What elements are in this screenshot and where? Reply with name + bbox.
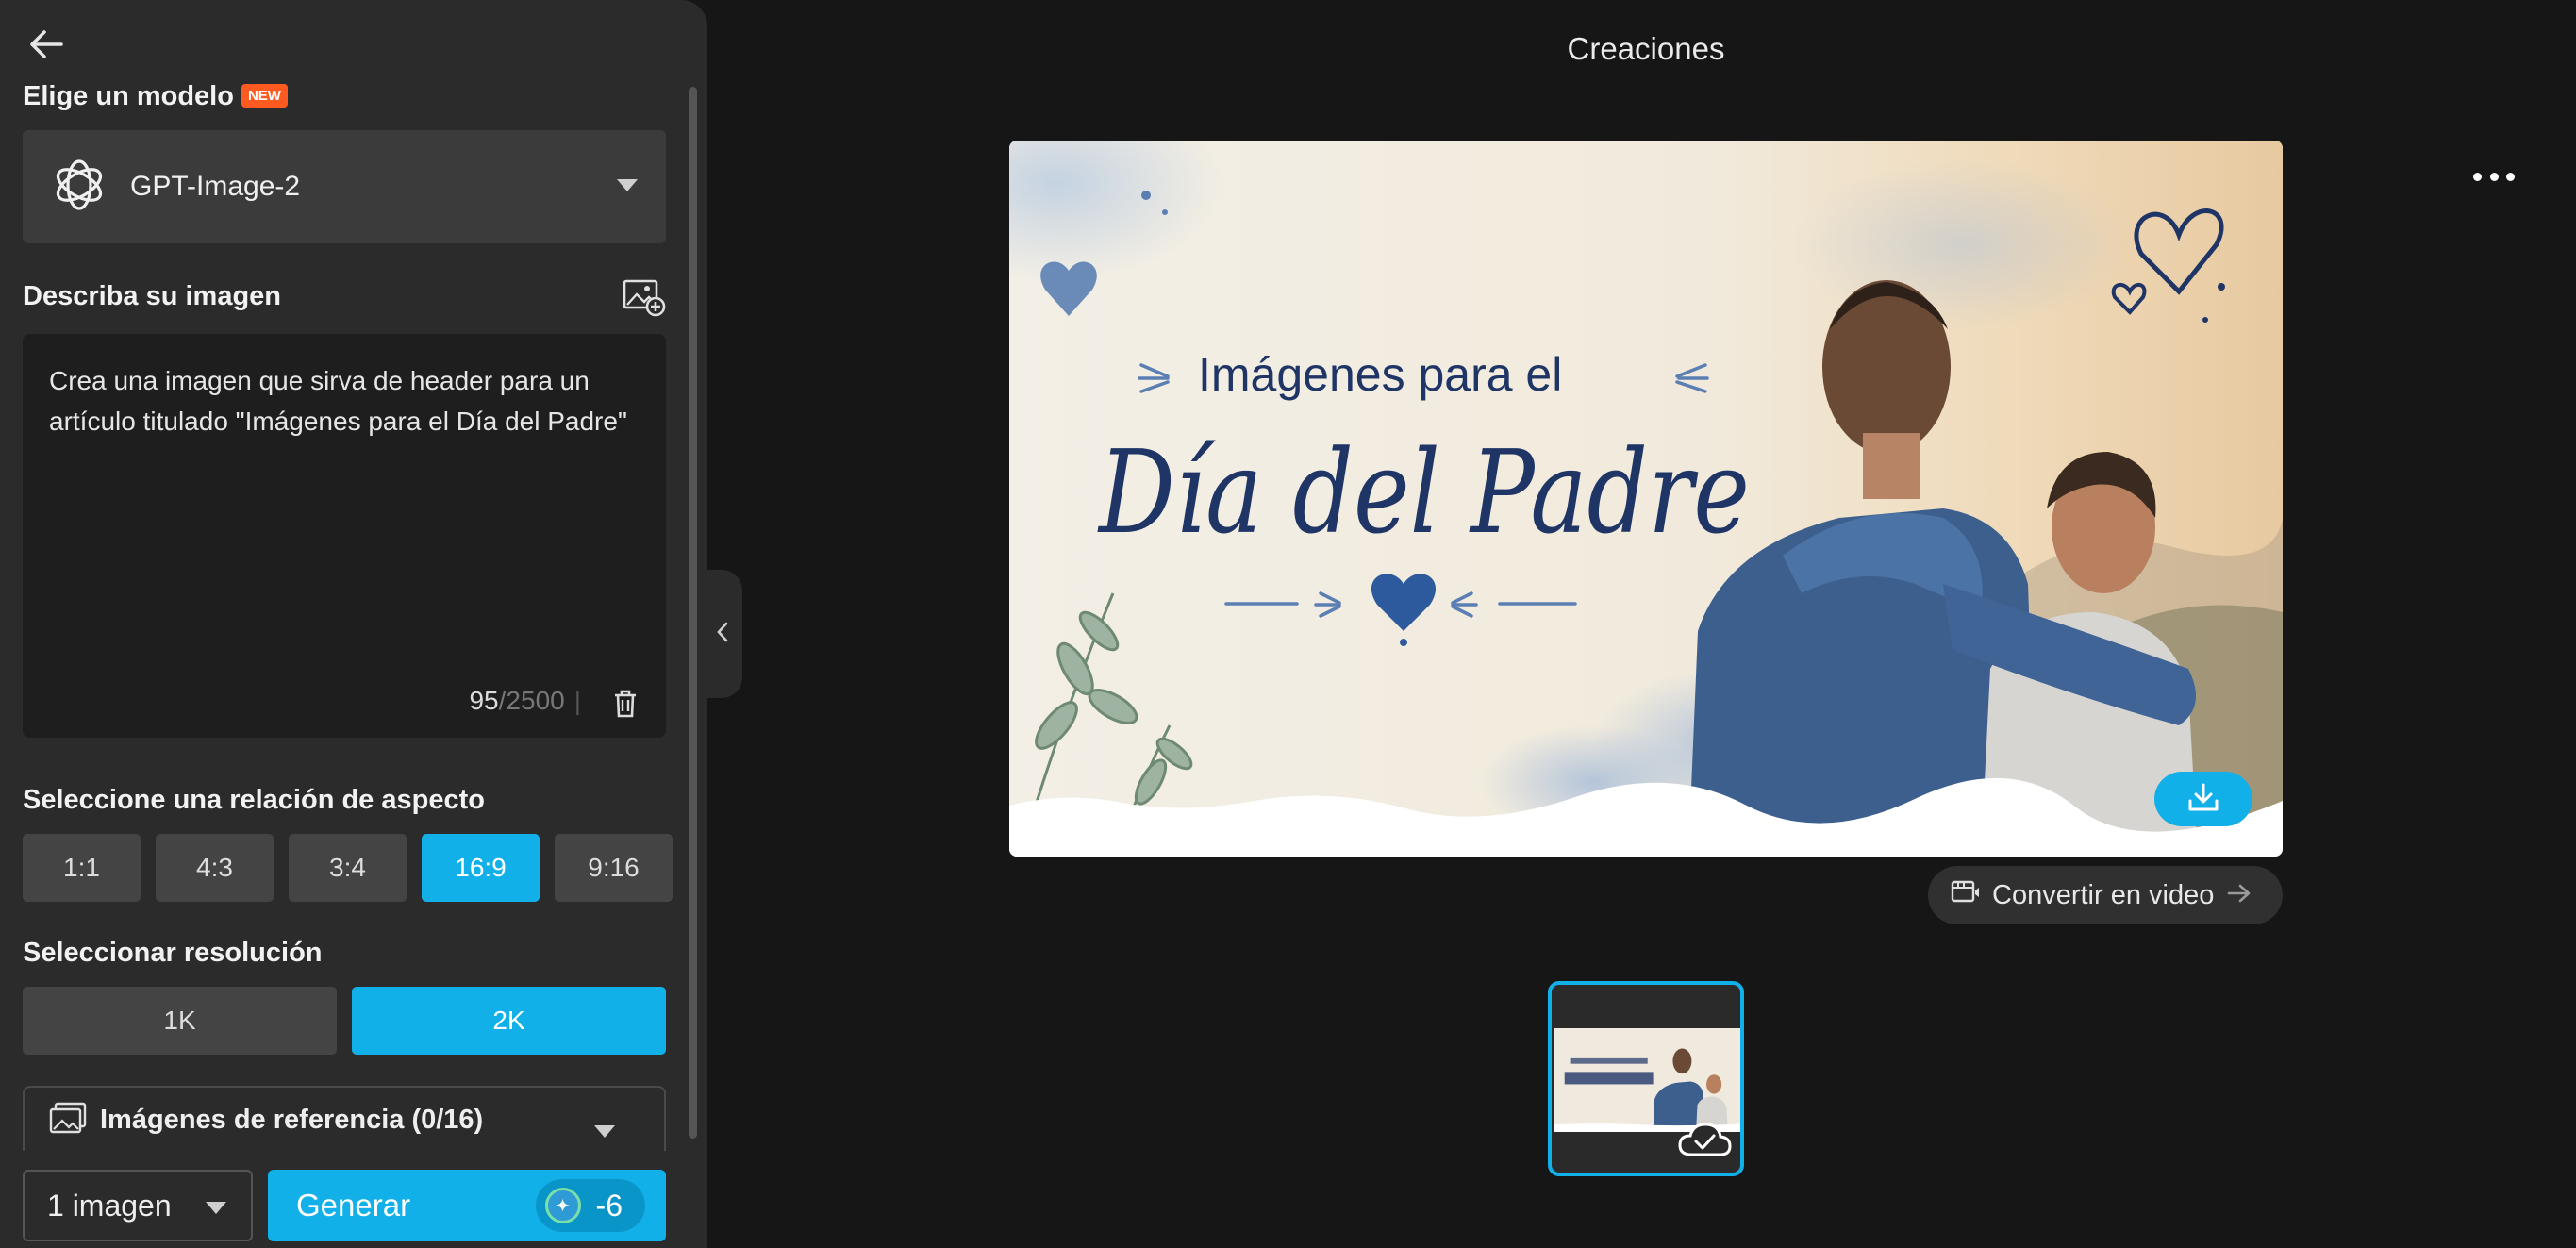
generate-label: Generar — [296, 1188, 411, 1223]
back-arrow-icon[interactable] — [25, 23, 68, 66]
credit-cost: ✦ -6 — [535, 1179, 645, 1232]
download-button[interactable] — [2154, 772, 2252, 826]
reference-images-dropdown[interactable]: Imágenes de referencia (0/16) — [23, 1086, 666, 1152]
aspect-1-1-button[interactable]: 1:1 — [23, 834, 141, 902]
convert-to-video-button[interactable]: Convertir en video — [1928, 866, 2283, 924]
model-select[interactable]: GPT-Image-2 — [23, 130, 666, 243]
preview-title-line1: Imágenes para el — [1198, 348, 1562, 401]
image-add-icon[interactable] — [623, 277, 666, 317]
thumbnail-image — [1554, 1028, 1740, 1132]
convert-label: Convertir en video — [1992, 879, 2215, 910]
creation-thumbnail[interactable] — [1548, 981, 1744, 1176]
resolution-options: 1K 2K — [23, 987, 666, 1055]
download-icon — [2187, 782, 2219, 817]
credit-cost-value: -6 — [595, 1188, 623, 1223]
aspect-4-3-button[interactable]: 4:3 — [156, 834, 274, 902]
aspect-3-4-button[interactable]: 3:4 — [289, 834, 407, 902]
openai-logo-icon — [49, 155, 109, 220]
page-title: Creaciones — [1567, 31, 1725, 66]
gallery-icon — [49, 1102, 87, 1139]
prompt-text: Crea una imagen que sirva de header para… — [49, 366, 627, 436]
aspect-section-title: Seleccione una relación de aspecto — [23, 785, 485, 815]
sparkle-credit-icon: ✦ — [544, 1188, 581, 1223]
aspect-ratio-options: 1:1 4:3 3:4 16:9 9:16 — [23, 834, 673, 902]
more-dots-icon[interactable] — [2473, 162, 2515, 191]
generated-image-preview[interactable]: Imágenes para el Día del Padre — [1009, 141, 2283, 857]
panel-scrollbar[interactable] — [689, 87, 697, 1139]
image-count-select[interactable]: 1 imagen — [23, 1170, 253, 1241]
model-section-title: Elige un modelo NEW — [23, 81, 288, 112]
image-count-value: 1 imagen — [47, 1188, 172, 1223]
describe-section-title: Describa su imagen — [23, 281, 281, 311]
chevron-left-icon — [716, 621, 729, 648]
cloud-check-icon — [1676, 1119, 1733, 1160]
trash-icon[interactable] — [613, 689, 638, 718]
aspect-9-16-button[interactable]: 9:16 — [555, 834, 673, 902]
prompt-textarea[interactable]: Crea una imagen que sirva de header para… — [23, 334, 666, 738]
aspect-16-9-button[interactable]: 16:9 — [422, 834, 540, 902]
video-convert-icon — [1951, 879, 1979, 911]
char-counter: 95/2500 | — [469, 686, 581, 715]
resolution-1k-button[interactable]: 1K — [23, 987, 337, 1055]
preview-title-line2: Día del Padre — [1097, 425, 1750, 559]
model-name: GPT-Image-2 — [130, 171, 301, 202]
chevron-down-icon — [594, 1125, 615, 1138]
new-badge: NEW — [241, 84, 288, 108]
generate-button[interactable]: Generar ✦ -6 — [268, 1170, 666, 1241]
resolution-2k-button[interactable]: 2K — [352, 987, 666, 1055]
chevron-down-icon — [617, 179, 638, 191]
reference-images-label: Imágenes de referencia (0/16) — [100, 1104, 484, 1135]
chevron-down-icon — [206, 1202, 226, 1214]
arrow-right-icon — [2227, 880, 2252, 911]
resolution-section-title: Seleccionar resolución — [23, 938, 323, 968]
collapse-panel-button[interactable] — [703, 570, 742, 698]
